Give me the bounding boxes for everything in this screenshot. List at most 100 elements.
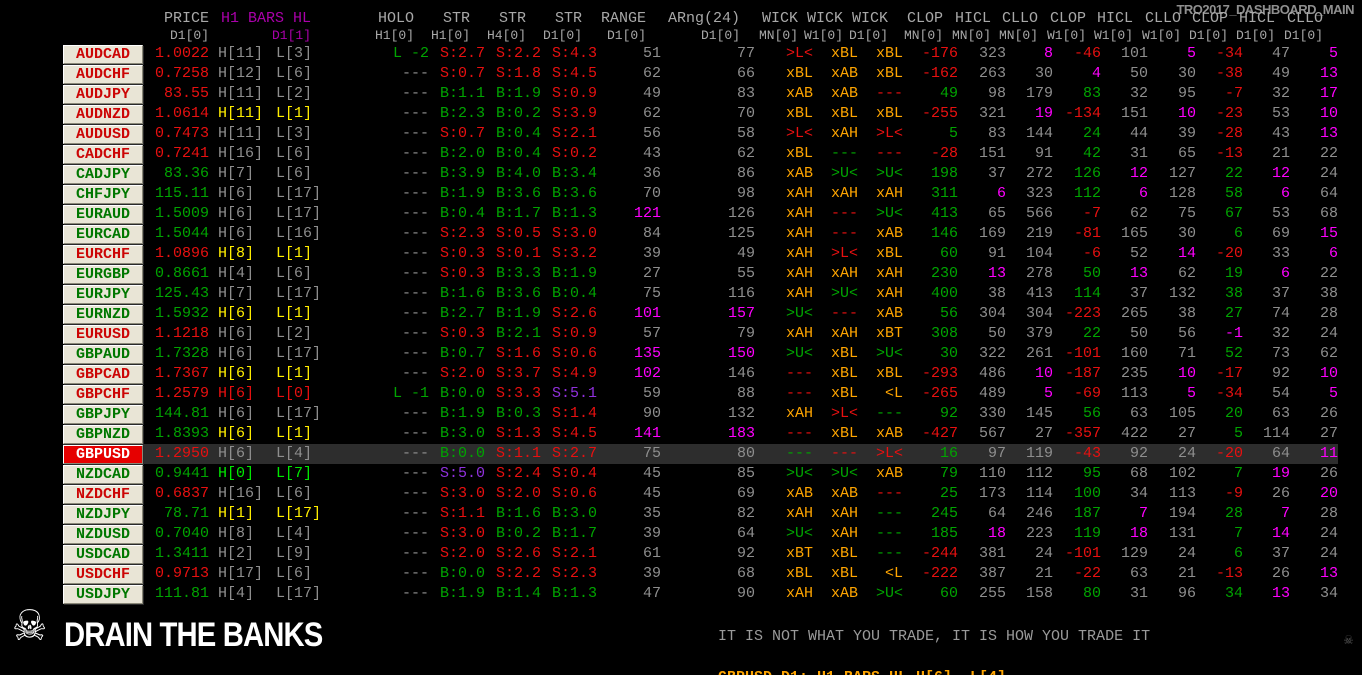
pair-badge[interactable]: NZDUSD — [63, 525, 143, 544]
pair-badge[interactable]: EURNZD — [63, 305, 143, 324]
pair-badge[interactable]: AUDJPY — [63, 85, 143, 104]
pair-badge[interactable]: GBPUSD — [63, 445, 143, 464]
cell-clop_d1: 24 — [1148, 444, 1196, 464]
pair-badge[interactable]: CADCHF — [63, 145, 143, 164]
pair-badge[interactable]: EURCAD — [63, 225, 143, 244]
pair-badge[interactable]: EURJPY — [63, 285, 143, 304]
table-row-gbpnzd[interactable]: GBPNZD1.8393H[6]L[1]---B:3.0S:1.3S:4.514… — [63, 424, 1338, 444]
pair-badge[interactable]: EURAUD — [63, 205, 143, 224]
table-row-eurcad[interactable]: EURCAD1.5044H[6]L[16]---S:2.3S:0.5S:3.08… — [63, 224, 1338, 244]
cell-holo-l: L[1] — [270, 244, 326, 264]
cell-clop_mn: xBL — [858, 364, 903, 384]
cell-clop_mn: xAB — [858, 304, 903, 324]
cell-wick_w1: --- — [755, 444, 813, 464]
table-row-eurchf[interactable]: EURCHF1.0896H[8]L[1]---S:0.3S:0.1S:3.239… — [63, 244, 1338, 264]
table-row-audnzd[interactable]: AUDNZD1.0614H[11]L[1]---B:2.3B:0.2S:3.96… — [63, 104, 1338, 124]
cell-clop_w1: 5 — [1006, 384, 1053, 404]
table-row-gbpjpy[interactable]: GBPJPY144.81H[6]L[17]---B:1.9B:0.3S:1.49… — [63, 404, 1338, 424]
cell-col20: 10 — [1290, 104, 1338, 124]
table-row-cadjpy[interactable]: CADJPY83.36H[7]L[6]---B:3.9B:4.0B:3.4368… — [63, 164, 1338, 184]
column-header-cllo_w1: CLLO — [1133, 10, 1181, 27]
pair-badge[interactable]: EURUSD — [63, 325, 143, 344]
pair-badge[interactable]: GBPAUD — [63, 345, 143, 364]
cell-hicl_d1: 22 — [1196, 164, 1243, 184]
cell-cllo_mn: 37 — [958, 164, 1006, 184]
cell-hicl_d1: -34 — [1196, 44, 1243, 64]
cell-range: S:2.1 — [541, 124, 597, 144]
pair-badge[interactable]: NZDCHF — [63, 485, 143, 504]
cell-hicl_mn: -162 — [903, 64, 958, 84]
cell-h1bars: H[6] — [209, 324, 270, 344]
cell-wick_w1: xAH — [755, 224, 813, 244]
cell-wick_mn: 49 — [661, 244, 755, 264]
cell-price: 1.5932 — [143, 304, 209, 324]
table-row-euraud[interactable]: EURAUD1.5009H[6]L[17]---B:0.4B:1.7B:1.31… — [63, 204, 1338, 224]
pair-badge[interactable]: USDJPY — [63, 585, 143, 604]
pair-badge-wrap: GBPCAD — [63, 364, 143, 384]
cell-hicl_mn: 79 — [903, 464, 958, 484]
table-row-gbpchf[interactable]: GBPCHF1.2579H[6]L[0]L -1B:0.0S:3.3S:5.15… — [63, 384, 1338, 404]
cell-str_h1: --- — [326, 144, 429, 164]
pair-badge[interactable]: EURCHF — [63, 245, 143, 264]
table-row-gbpusd[interactable]: GBPUSD1.2950H[6]L[4]---B:0.0S:1.1S:2.775… — [63, 444, 1338, 464]
cell-str_h1: --- — [326, 424, 429, 444]
pair-badge[interactable]: CADJPY — [63, 165, 143, 184]
table-row-chfjpy[interactable]: CHFJPY115.11H[6]L[17]---B:1.9B:3.6B:3.67… — [63, 184, 1338, 204]
cell-holo-l: L[17] — [270, 504, 326, 524]
cell-wick_d1: xAH — [813, 264, 858, 284]
table-row-audcad[interactable]: AUDCAD1.0022H[11]L[3]L -2S:2.7S:2.2S:4.3… — [63, 44, 1338, 64]
pair-badge[interactable]: NZDCAD — [63, 465, 143, 484]
pair-badge[interactable]: EURGBP — [63, 265, 143, 284]
pair-badge[interactable]: GBPCHF — [63, 385, 143, 404]
table-row-cadchf[interactable]: CADCHF0.7241H[16]L[6]---B:2.0B:0.4S:0.24… — [63, 144, 1338, 164]
pair-badge[interactable]: GBPNZD — [63, 425, 143, 444]
table-row-eurgbp[interactable]: EURGBP0.8661H[4]L[6]---S:0.3B:3.3B:1.927… — [63, 264, 1338, 284]
column-header-clop_mn: CLOP — [888, 10, 943, 27]
cell-arng24: 135 — [597, 344, 661, 364]
cell-cllo_w1: 6 — [1101, 184, 1148, 204]
pair-badge[interactable]: USDCAD — [63, 545, 143, 564]
table-row-usdchf[interactable]: USDCHF0.9713H[17]L[6]---B:0.0S:2.2S:2.33… — [63, 564, 1338, 584]
pair-badge[interactable]: AUDCHF — [63, 65, 143, 84]
cell-wick_mn: 85 — [661, 464, 755, 484]
pair-badge[interactable]: GBPJPY — [63, 405, 143, 424]
cell-wick_d1: >U< — [813, 284, 858, 304]
table-row-eurnzd[interactable]: EURNZD1.5932H[6]L[1]---B:2.7B:1.9S:2.610… — [63, 304, 1338, 324]
cell-hicl_w1: -7 — [1053, 204, 1101, 224]
table-row-usdcad[interactable]: USDCAD1.3411H[2]L[9]---S:2.0S:2.6S:2.161… — [63, 544, 1338, 564]
cell-holo-l: L[16] — [270, 224, 326, 244]
cell-hicl_d1: 58 — [1196, 184, 1243, 204]
cell-h1bars: H[12] — [209, 64, 270, 84]
cell-price: 1.3411 — [143, 544, 209, 564]
table-row-audchf[interactable]: AUDCHF0.7258H[12]L[6]---S:0.7S:1.8S:4.56… — [63, 64, 1338, 84]
table-row-nzdjpy[interactable]: NZDJPY78.71H[1]L[17]---S:1.1B:1.6B:3.035… — [63, 504, 1338, 524]
pair-badge[interactable]: GBPCAD — [63, 365, 143, 384]
cell-holo-l: L[9] — [270, 544, 326, 564]
cell-cllo_w1: 31 — [1101, 584, 1148, 604]
pair-badge[interactable]: AUDNZD — [63, 105, 143, 124]
cell-range: B:0.4 — [541, 284, 597, 304]
pair-badge[interactable]: NZDJPY — [63, 505, 143, 524]
cell-cllo_mn: 330 — [958, 404, 1006, 424]
table-row-nzdusd[interactable]: NZDUSD0.7040H[8]L[4]---S:3.0B:0.2B:1.739… — [63, 524, 1338, 544]
table-row-audjpy[interactable]: AUDJPY83.55H[11]L[2]---B:1.1B:1.9S:0.949… — [63, 84, 1338, 104]
table-row-audusd[interactable]: AUDUSD0.7473H[11]L[3]---S:0.7B:0.4S:2.15… — [63, 124, 1338, 144]
pair-badge[interactable]: AUDCAD — [63, 45, 143, 64]
table-row-usdjpy[interactable]: USDJPY111.81H[4]L[17]---B:1.9B:1.4B:1.34… — [63, 584, 1338, 604]
table-row-gbpaud[interactable]: GBPAUD1.7328H[6]L[17]---B:0.7S:1.6S:0.61… — [63, 344, 1338, 364]
column-header-clop_d1: CLOP — [1181, 10, 1228, 27]
pair-badge[interactable]: CHFJPY — [63, 185, 143, 204]
cell-str_h1: --- — [326, 444, 429, 464]
pair-badge[interactable]: AUDUSD — [63, 125, 143, 144]
table-row-eurjpy[interactable]: EURJPY125.43H[7]L[17]---B:1.6B:3.6B:0.47… — [63, 284, 1338, 304]
table-row-nzdchf[interactable]: NZDCHF0.6837H[16]L[6]---S:3.0S:2.0S:0.64… — [63, 484, 1338, 504]
table-row-nzdcad[interactable]: NZDCAD0.9441H[0]L[7]---S:5.0S:2.4S:0.445… — [63, 464, 1338, 484]
pair-badge[interactable]: USDCHF — [63, 565, 143, 584]
cell-clop_d1: 38 — [1148, 304, 1196, 324]
cell-hicl_d1: 28 — [1196, 504, 1243, 524]
cell-cllo_mn: 50 — [958, 324, 1006, 344]
table-row-gbpcad[interactable]: GBPCAD1.7367H[6]L[1]---S:2.0S:3.7S:4.910… — [63, 364, 1338, 384]
cell-clop_d1: 10 — [1148, 104, 1196, 124]
table-row-eurusd[interactable]: EURUSD1.1218H[6]L[2]---S:0.3B:2.1S:0.957… — [63, 324, 1338, 344]
column-header-cllo_d1: CLLO — [1275, 10, 1323, 27]
